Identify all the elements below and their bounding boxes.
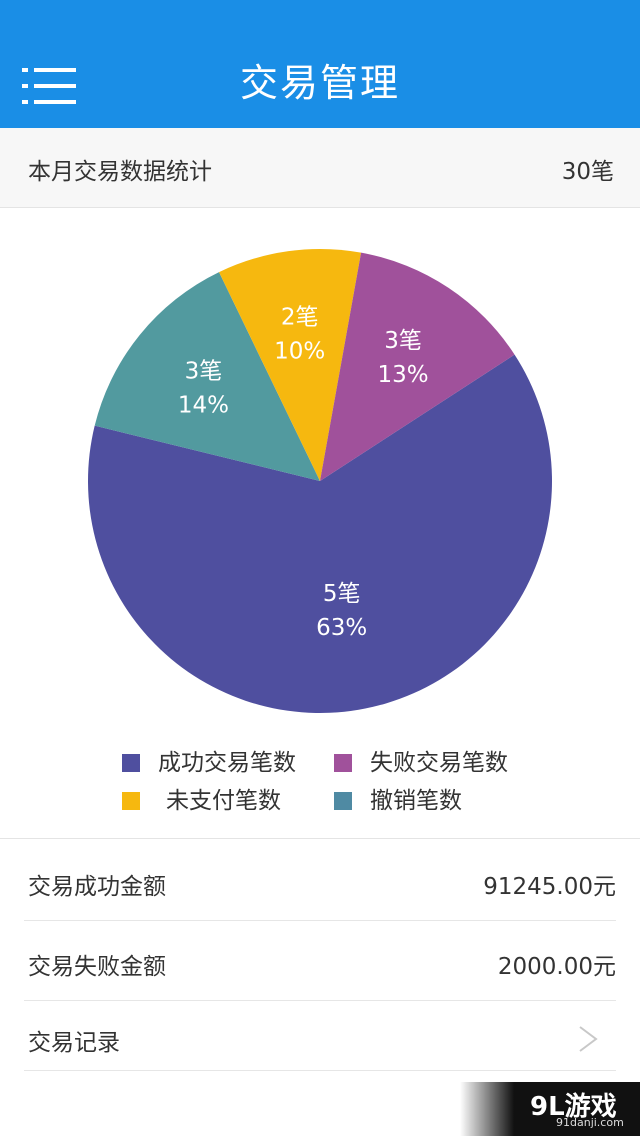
pie-percent-label-fail: 13% xyxy=(377,362,428,388)
pie-count-label-unpaid: 2笔 xyxy=(281,304,319,330)
pie-count-label-fail: 3笔 xyxy=(384,328,422,354)
row-label: 交易记录 xyxy=(28,1030,120,1056)
summary-label: 本月交易数据统计 xyxy=(28,159,212,185)
pie-count-label-success: 5笔 xyxy=(323,581,361,607)
row-transaction-records[interactable]: 交易记录 xyxy=(24,1001,616,1071)
pie-percent-label-success: 63% xyxy=(316,615,367,641)
app-header: 交易管理 xyxy=(0,0,640,128)
row-value: 91245.00元 xyxy=(483,874,616,900)
legend-swatch-cancel xyxy=(334,792,352,810)
watermark-logo: 9L游戏 91danji.com xyxy=(460,1082,640,1136)
legend-label-fail: 失败交易笔数 xyxy=(370,750,508,776)
row-fail-amount: 交易失败金额 2000.00元 xyxy=(24,921,616,1001)
legend-swatch-fail xyxy=(334,754,352,772)
detail-list xyxy=(0,838,640,839)
transaction-pie-chart: 5笔 63% 3笔 14% 2笔 10% 3笔 13% xyxy=(88,249,552,713)
page-title: 交易管理 xyxy=(239,61,400,105)
summary-total: 30笔 xyxy=(561,159,614,185)
pie-percent-label-cancel: 14% xyxy=(178,393,229,419)
legend-swatch-unpaid xyxy=(122,792,140,810)
row-value: 2000.00元 xyxy=(497,954,616,980)
monthly-summary: 本月交易数据统计 30笔 xyxy=(0,128,640,208)
legend-label-success: 成功交易笔数 xyxy=(158,750,296,776)
row-label: 交易成功金额 xyxy=(28,874,166,900)
row-label: 交易失败金额 xyxy=(28,954,166,980)
legend-swatch-success xyxy=(122,754,140,772)
chevron-right-icon xyxy=(579,1026,598,1052)
watermark-url: 91danji.com xyxy=(556,1116,624,1129)
row-success-amount: 交易成功金额 91245.00元 xyxy=(24,841,616,921)
pie-count-label-cancel: 3笔 xyxy=(185,359,223,385)
legend-label-cancel: 撤销笔数 xyxy=(370,788,462,814)
pie-percent-label-unpaid: 10% xyxy=(274,338,325,364)
legend-label-unpaid: 未支付笔数 xyxy=(166,788,281,814)
